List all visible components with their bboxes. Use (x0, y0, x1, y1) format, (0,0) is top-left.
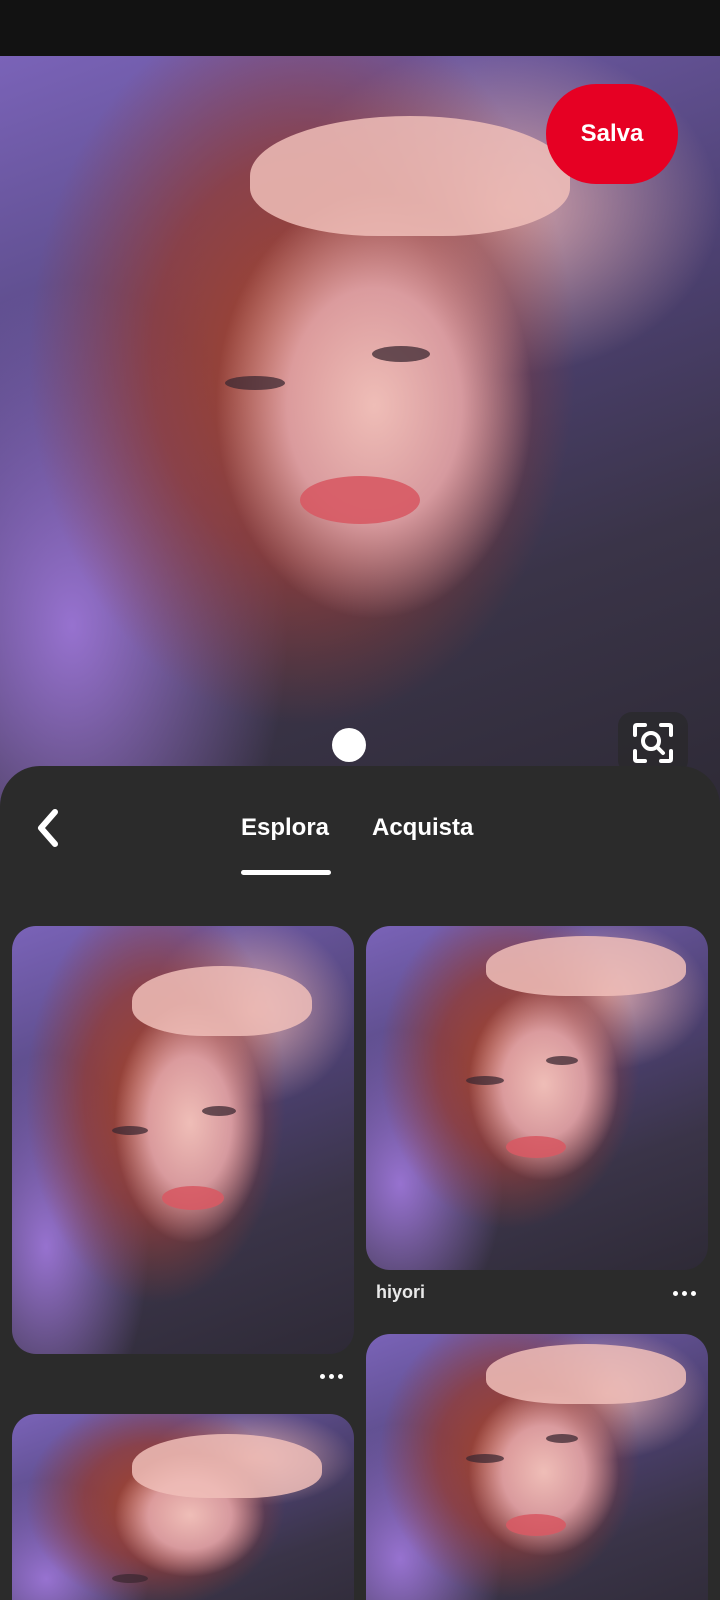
pin-more-options-button[interactable] (666, 1283, 702, 1303)
pin-author-name[interactable]: hiyori (376, 1282, 425, 1303)
visual-search-icon (633, 723, 673, 763)
more-dots-icon (672, 1290, 678, 1296)
pin-card-image[interactable] (12, 1414, 354, 1600)
related-pins-sheet: Esplora Acquista hiyori (0, 766, 720, 1600)
pin-card-image[interactable] (366, 1334, 708, 1600)
carousel-indicator-dot (332, 728, 366, 762)
back-button[interactable] (26, 806, 70, 850)
pin-card-image[interactable] (366, 926, 708, 1270)
more-dots-icon (319, 1373, 325, 1379)
visual-search-button[interactable] (618, 712, 688, 774)
save-button[interactable]: Salva (546, 84, 678, 184)
active-tab-indicator (241, 870, 331, 875)
chevron-left-icon (38, 809, 58, 847)
pin-more-options-button[interactable] (313, 1366, 349, 1386)
tab-esplora[interactable]: Esplora (241, 814, 329, 842)
pin-card-image[interactable] (12, 926, 354, 1354)
tab-acquista[interactable]: Acquista (372, 814, 473, 842)
status-bar (0, 0, 720, 56)
